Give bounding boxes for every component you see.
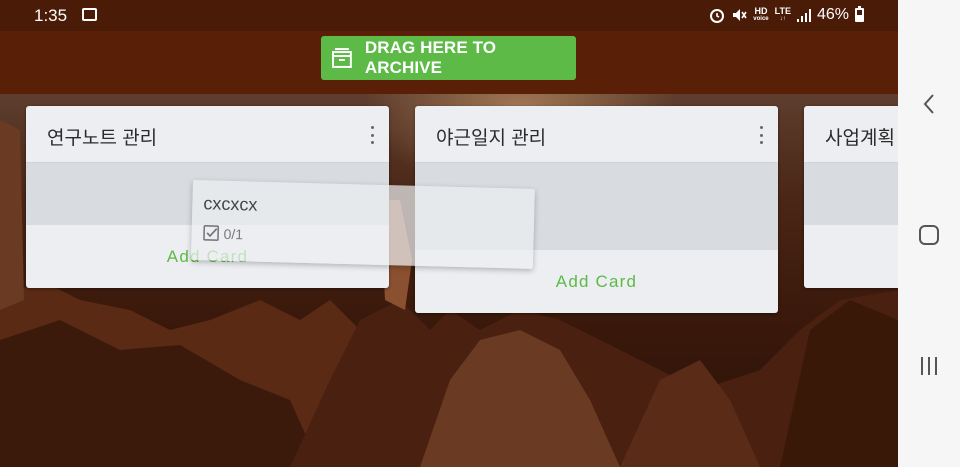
more-vert-icon[interactable] (756, 126, 766, 144)
navigation-bar (898, 0, 960, 467)
list-title[interactable]: 야근일지 관리 (436, 123, 546, 150)
back-chevron-icon (923, 94, 934, 114)
list-title[interactable]: 연구노트 관리 (47, 123, 157, 150)
recents-icon (921, 357, 937, 375)
list-header: 사업계획 (804, 106, 898, 163)
home-icon (919, 225, 939, 245)
image-icon (82, 8, 97, 21)
hd-voice-badge: HD voice (753, 6, 769, 23)
lte-badge: LTE ↓↑ (774, 6, 791, 23)
alarm-icon (710, 9, 725, 23)
archive-box-icon (331, 48, 352, 68)
checklist-icon (203, 225, 220, 241)
recents-button[interactable] (898, 356, 960, 376)
board-header: DRAG HERE TO ARCHIVE (0, 31, 898, 94)
add-card-button[interactable] (804, 225, 898, 288)
checklist-count: 0/1 (223, 225, 244, 242)
battery-percent: 46% (816, 6, 849, 23)
archive-drop-target[interactable]: DRAG HERE TO ARCHIVE (321, 36, 576, 80)
battery-icon (855, 6, 864, 22)
more-vert-icon[interactable] (367, 126, 377, 144)
status-bar: 1:35 HD voice LTE ↓↑ 46% (0, 0, 898, 31)
card-drop-area (804, 163, 898, 225)
checklist-badge: 0/1 (202, 224, 243, 242)
card-title: cxcxcx (203, 193, 258, 215)
dragged-card[interactable]: cxcxcx 0/1 (190, 180, 535, 269)
list-header: 연구노트 관리 (26, 106, 389, 163)
back-button[interactable] (898, 92, 960, 116)
list-header: 야근일지 관리 (415, 106, 778, 163)
mute-icon (733, 9, 747, 21)
list-column: 사업계획 (804, 106, 898, 288)
signal-icon (796, 8, 811, 22)
status-time: 1:35 (34, 6, 68, 25)
archive-label: DRAG HERE TO ARCHIVE (364, 38, 497, 77)
status-indicators: HD voice LTE ↓↑ 46% (709, 6, 864, 24)
home-button[interactable] (898, 224, 960, 246)
list-title[interactable]: 사업계획 (825, 123, 895, 150)
